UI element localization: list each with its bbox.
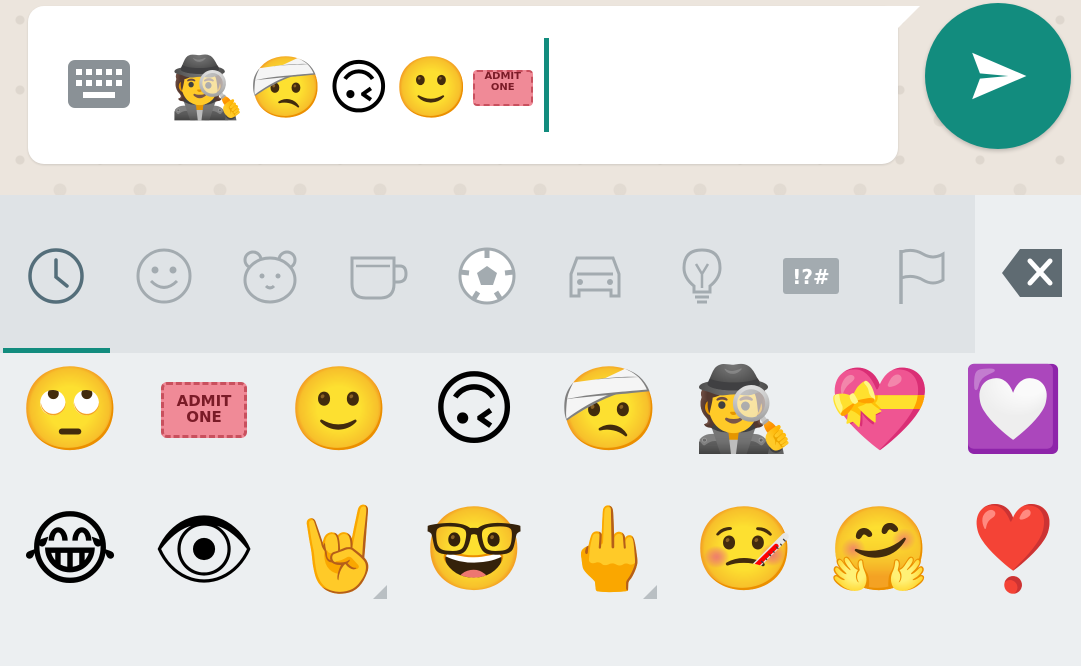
emoji-glyph: 🤓 bbox=[422, 502, 526, 597]
tab-travel[interactable] bbox=[562, 243, 628, 309]
emoji-thermometer-face[interactable]: 🤒 bbox=[684, 495, 804, 605]
emoji-glyph: 👁 bbox=[151, 502, 257, 597]
cup-icon bbox=[350, 256, 408, 300]
skin-tone-indicator bbox=[373, 585, 387, 599]
smiley-icon bbox=[136, 248, 192, 304]
emoji-detective[interactable]: 🕵️ bbox=[684, 355, 804, 465]
typed-emoji-ticket: ADMIT ONE bbox=[472, 70, 533, 106]
emoji-keyboard: !?# 🙄 ADMIT ONE 🙂 🙃 🤕 🕵️ 💝 💟 😂 👁 🤘 🤓 🖕 🤒… bbox=[0, 195, 1081, 666]
emoji-glyph: 🙄 bbox=[18, 362, 122, 457]
emoji-ticket[interactable]: ADMIT ONE bbox=[144, 355, 264, 465]
send-button[interactable] bbox=[925, 3, 1071, 149]
emoji-nerd-face[interactable]: 🤓 bbox=[414, 495, 534, 605]
emoji-glyph: 🤕 bbox=[557, 362, 661, 457]
emoji-glyph: ❣️ bbox=[961, 502, 1065, 597]
ticket-label: ADMIT ONE bbox=[161, 382, 247, 438]
typed-emoji-upside-down: 🙃 bbox=[327, 53, 390, 123]
typed-message: 🕵️ 🤕 🙃 🙂 ADMIT ONE bbox=[170, 48, 533, 128]
emoji-glyph: 🤘 bbox=[287, 502, 391, 597]
emoji-heart-exclamation[interactable]: ❣️ bbox=[953, 495, 1073, 605]
typed-emoji-slight-smile: 🙂 bbox=[394, 53, 469, 123]
send-icon bbox=[972, 52, 1027, 100]
emoji-rolling-eyes[interactable]: 🙄 bbox=[10, 355, 130, 465]
tab-objects[interactable] bbox=[669, 243, 735, 309]
backspace-button[interactable] bbox=[1000, 245, 1066, 301]
tab-symbols[interactable]: !?# bbox=[778, 243, 844, 309]
car-icon bbox=[569, 256, 621, 298]
typed-emoji-detective: 🕵️ bbox=[170, 53, 245, 123]
emoji-head-bandage[interactable]: 🤕 bbox=[549, 355, 669, 465]
keyboard-icon[interactable] bbox=[66, 58, 132, 110]
emoji-glyph: 🤒 bbox=[692, 502, 796, 597]
emoji-heart-decoration[interactable]: 💟 bbox=[953, 355, 1073, 465]
bear-icon bbox=[243, 250, 297, 304]
emoji-grid: 🙄 ADMIT ONE 🙂 🙃 🤕 🕵️ 💝 💟 😂 👁 🤘 🤓 🖕 🤒 🤗 ❣… bbox=[0, 355, 1081, 666]
tab-food[interactable] bbox=[345, 243, 411, 309]
emoji-tears-of-joy[interactable]: 😂 bbox=[10, 495, 130, 605]
emoji-glyph: 💟 bbox=[961, 362, 1065, 457]
emoji-middle-finger[interactable]: 🖕 bbox=[549, 495, 669, 605]
emoji-hugging-face[interactable]: 🤗 bbox=[819, 495, 939, 605]
emoji-glyph: 🕵️ bbox=[692, 362, 796, 457]
emoji-glyph: 🙂 bbox=[287, 362, 391, 457]
skin-tone-indicator bbox=[643, 585, 657, 599]
symbols-icon: !?# bbox=[783, 258, 839, 294]
tab-activities[interactable] bbox=[454, 243, 520, 309]
tab-flags[interactable] bbox=[886, 243, 952, 309]
clock-icon bbox=[28, 248, 84, 304]
tab-animals[interactable] bbox=[237, 243, 303, 309]
soccer-ball-icon bbox=[458, 247, 516, 305]
emoji-glyph: 🤗 bbox=[827, 502, 931, 597]
tab-recent[interactable] bbox=[23, 243, 89, 309]
typed-emoji-head-bandage: 🤕 bbox=[248, 53, 324, 123]
emoji-glyph: 💝 bbox=[827, 362, 931, 457]
text-caret bbox=[544, 38, 549, 132]
symbols-tab-label: !?# bbox=[792, 265, 829, 289]
emoji-sign-of-horns[interactable]: 🤘 bbox=[279, 495, 399, 605]
tab-smileys[interactable] bbox=[131, 243, 197, 309]
emoji-glyph: 🖕 bbox=[557, 502, 661, 597]
lightbulb-icon bbox=[682, 248, 722, 304]
emoji-glyph: 😂 bbox=[22, 502, 118, 597]
category-tab-bar: !?# bbox=[0, 195, 975, 353]
emoji-eye[interactable]: 👁 bbox=[144, 495, 264, 605]
emoji-slight-smile[interactable]: 🙂 bbox=[279, 355, 399, 465]
flag-icon bbox=[899, 248, 945, 304]
backspace-icon bbox=[1002, 249, 1062, 297]
emoji-heart-ribbon[interactable]: 💝 bbox=[819, 355, 939, 465]
emoji-upside-down[interactable]: 🙃 bbox=[414, 355, 534, 465]
emoji-glyph: 🙃 bbox=[431, 362, 517, 457]
active-tab-indicator bbox=[3, 348, 110, 353]
